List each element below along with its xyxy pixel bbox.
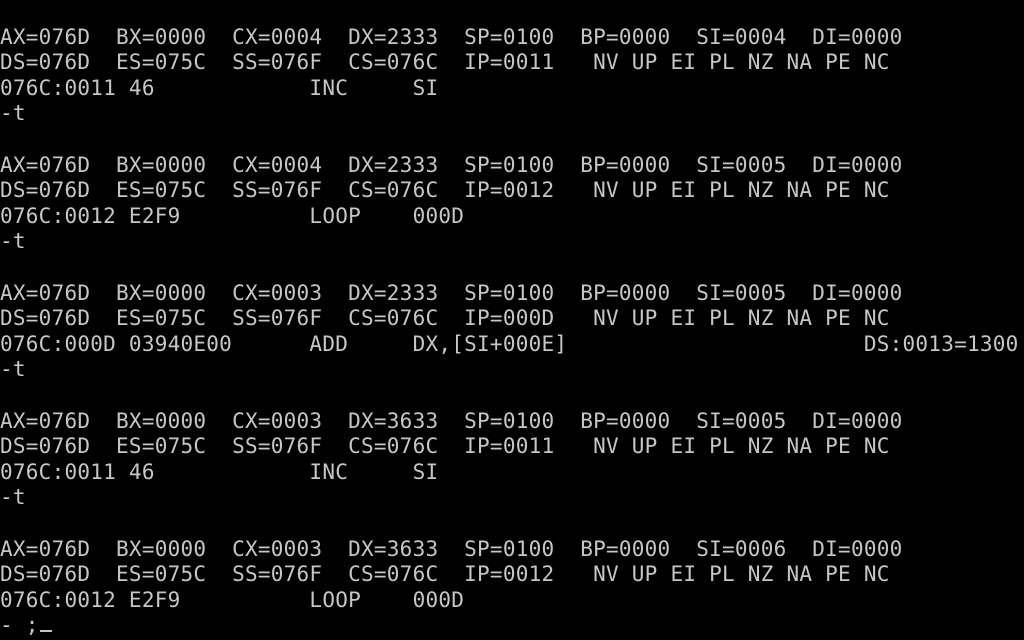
dos-debug-terminal[interactable]: AX=076D BX=0000 CX=0004 DX=2333 SP=0100 … — [0, 0, 1024, 640]
command-prompt-line[interactable]: - ; — [0, 613, 52, 637]
command-prompt-text[interactable]: - ; — [0, 613, 39, 637]
register-line-2: DS=076D ES=075C SS=076F CS=076C IP=0012 … — [0, 178, 890, 202]
command-line: -t — [0, 485, 26, 509]
text-cursor — [39, 630, 52, 632]
command-line: -t — [0, 357, 26, 381]
instruction-line: 076C:0011 46 INC SI — [0, 460, 439, 484]
command-line: -t — [0, 101, 26, 125]
instruction-line: 076C:0012 E2F9 LOOP 000D — [0, 204, 465, 228]
register-line-2: DS=076D ES=075C SS=076F CS=076C IP=0011 … — [0, 50, 890, 74]
register-line-1: AX=076D BX=0000 CX=0003 DX=2333 SP=0100 … — [0, 281, 903, 305]
register-line-1: AX=076D BX=0000 CX=0004 DX=2333 SP=0100 … — [0, 25, 903, 49]
instruction-line: 076C:0011 46 INC SI — [0, 76, 439, 100]
instruction-line: 076C:000D 03940E00 ADD DX,[SI+000E] DS:0… — [0, 332, 1019, 356]
command-line: -t — [0, 229, 26, 253]
register-line-2: DS=076D ES=075C SS=076F CS=076C IP=000D … — [0, 306, 890, 330]
register-line-2: DS=076D ES=075C SS=076F CS=076C IP=0011 … — [0, 434, 890, 458]
register-line-1: AX=076D BX=0000 CX=0004 DX=2333 SP=0100 … — [0, 153, 903, 177]
instruction-line: 076C:0012 E2F9 LOOP 000D — [0, 588, 465, 612]
register-line-1: AX=076D BX=0000 CX=0003 DX=3633 SP=0100 … — [0, 537, 903, 561]
register-line-2: DS=076D ES=075C SS=076F CS=076C IP=0012 … — [0, 562, 890, 586]
register-line-1: AX=076D BX=0000 CX=0003 DX=3633 SP=0100 … — [0, 409, 903, 433]
